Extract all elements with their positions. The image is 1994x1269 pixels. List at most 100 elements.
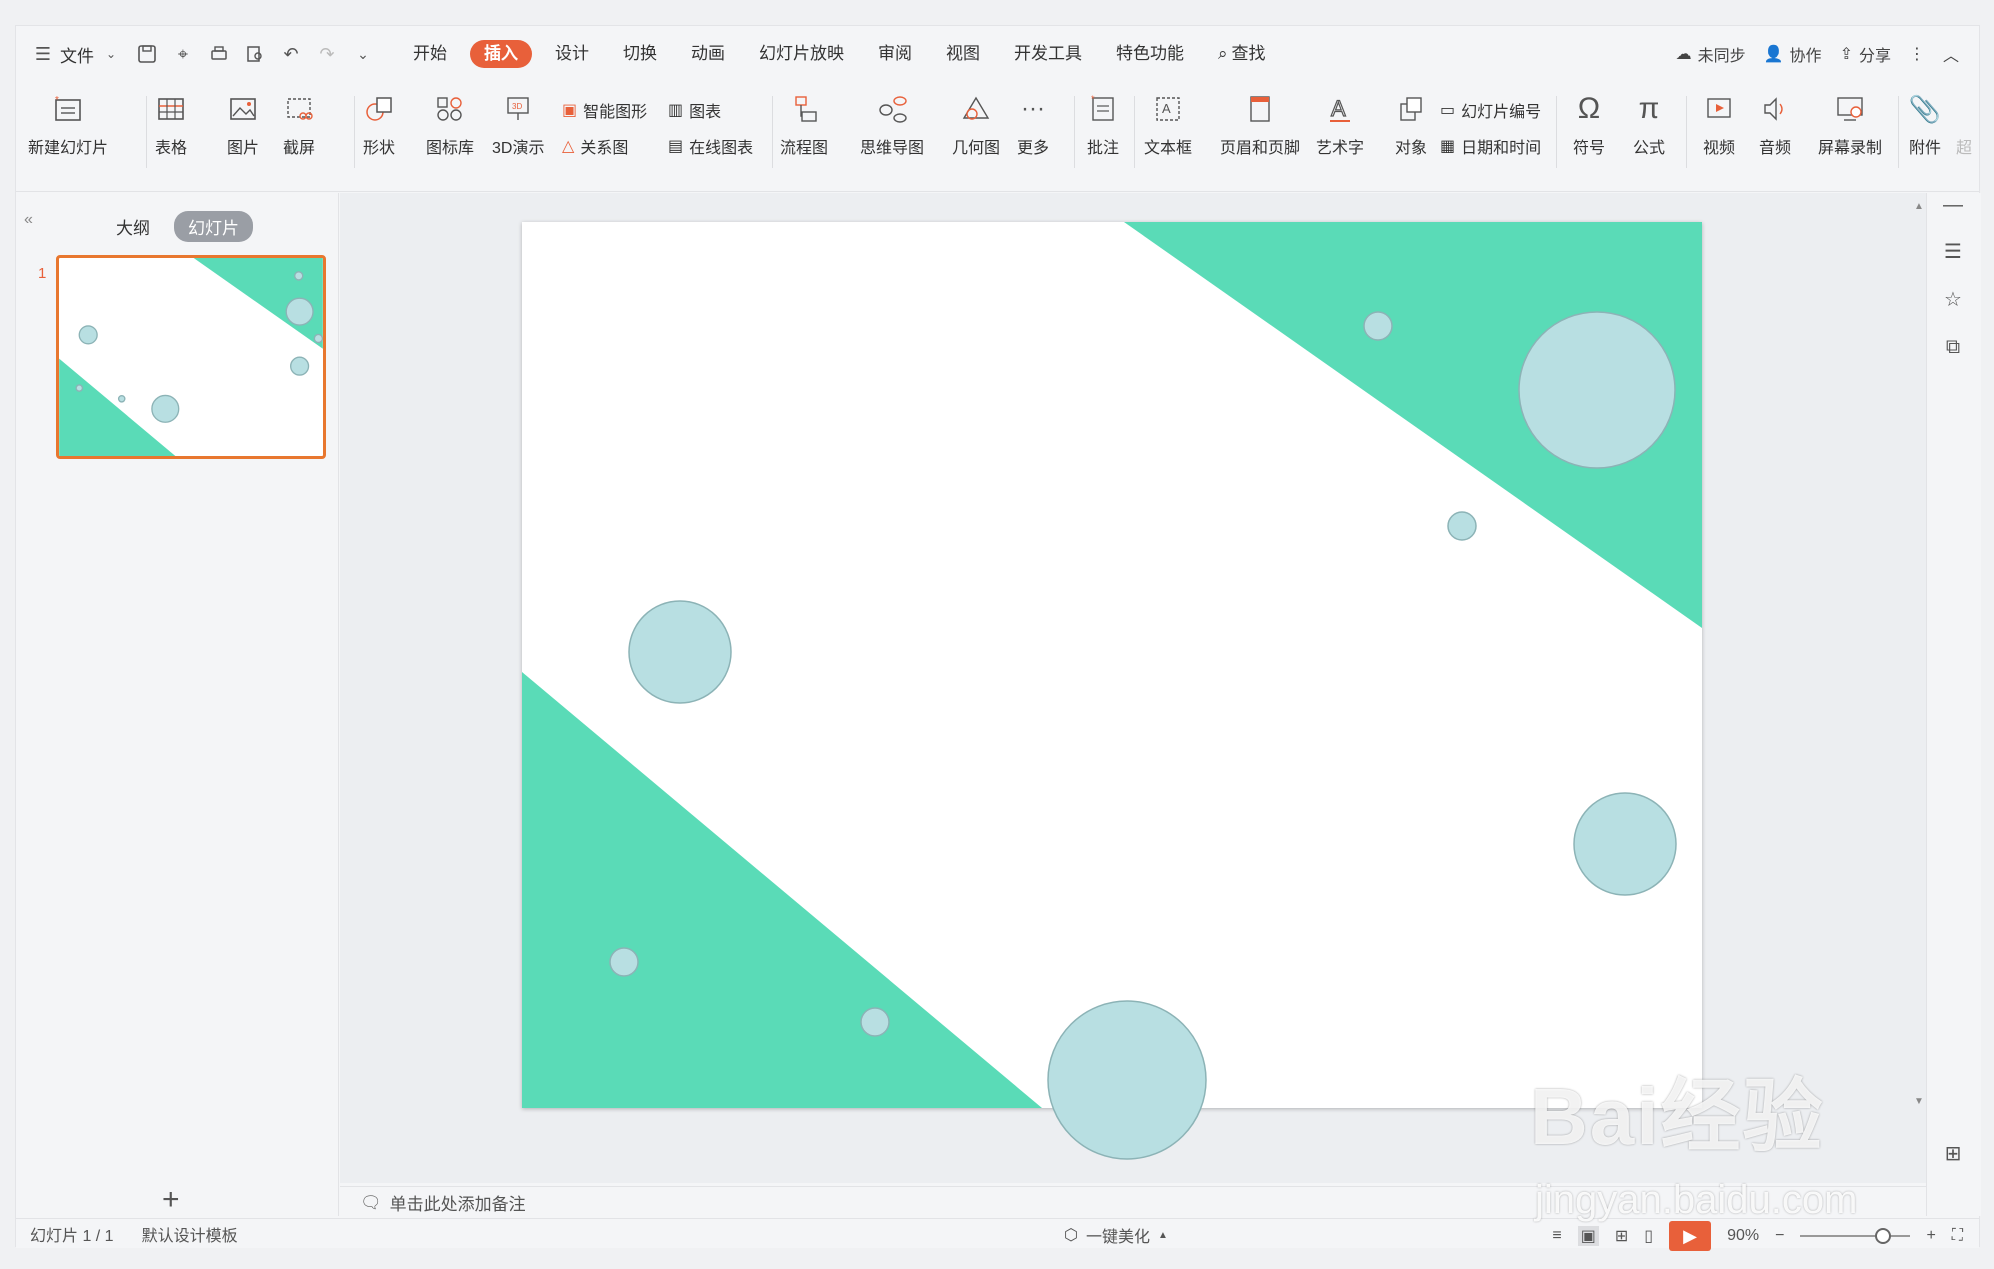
table-button[interactable]: 表格 <box>152 90 190 158</box>
flowchart-button[interactable]: 流程图 <box>780 90 828 158</box>
datetime-button[interactable]: ▦ 日期和时间 <box>1440 134 1541 158</box>
bottom-left-teal-triangle[interactable] <box>522 672 1042 1108</box>
tab-transition[interactable]: 切换 <box>606 40 674 68</box>
play-icon: ▶ <box>1683 1225 1697 1246</box>
symbol-button[interactable]: Ω 符号 <box>1570 90 1608 158</box>
tab-view[interactable]: 视图 <box>929 40 997 68</box>
formula-button[interactable]: π 公式 <box>1630 90 1668 158</box>
tab-outline[interactable]: 大纲 <box>116 214 150 239</box>
bubble[interactable] <box>1363 311 1393 341</box>
tab-slideshow[interactable]: 幻灯片放映 <box>742 40 861 68</box>
star-icon[interactable]: ☆ <box>1941 287 1965 311</box>
zoom-out-icon[interactable]: − <box>1775 1227 1784 1245</box>
smart-graphic-button[interactable]: ▣ 智能图形 <box>562 98 647 122</box>
svg-text:A: A <box>1331 96 1346 121</box>
relation-button[interactable]: △ 关系图 <box>562 134 628 158</box>
slide-count: 幻灯片 1 / 1 <box>30 1227 114 1245</box>
bubble[interactable] <box>1573 792 1677 896</box>
share-button[interactable]: ⇪ 分享 <box>1840 42 1891 66</box>
sorter-view-icon[interactable]: ⊞ <box>1615 1226 1628 1246</box>
collab-label: 协作 <box>1789 48 1822 65</box>
bubble[interactable] <box>1047 1000 1207 1160</box>
tab-animation[interactable]: 动画 <box>674 40 742 68</box>
transition-icon[interactable]: ⧉ <box>1941 335 1965 359</box>
screenshot-button[interactable]: 截屏 <box>280 90 318 158</box>
hamburger-icon: ☰ <box>34 43 52 64</box>
settings-sliders-icon[interactable]: ☰ <box>1941 239 1965 263</box>
slide-thumbnail[interactable] <box>56 255 326 459</box>
hyperlink-button[interactable]: 超 <box>1956 90 1972 158</box>
zoom-value[interactable]: 90% <box>1727 1227 1759 1245</box>
separator <box>1556 96 1557 168</box>
tab-design[interactable]: 设计 <box>538 40 606 68</box>
online-chart-button[interactable]: ▤ 在线图表 <box>668 134 753 158</box>
template-name[interactable]: 默认设计模板 <box>142 1222 238 1246</box>
textbox-button[interactable]: A 文本框 <box>1144 90 1192 158</box>
add-slide-button[interactable]: + <box>162 1183 180 1217</box>
redo-icon[interactable]: ↷ <box>316 43 338 65</box>
print-preview-icon[interactable] <box>244 43 266 65</box>
wordart-button[interactable]: A 艺术字 <box>1316 90 1364 158</box>
chevron-down-icon: ⌄ <box>105 47 117 61</box>
reading-view-icon[interactable]: ▯ <box>1644 1226 1653 1246</box>
picture-button[interactable]: 图片 <box>224 90 262 158</box>
tab-insert[interactable]: 插入 <box>470 40 532 68</box>
separator <box>354 96 355 168</box>
online-chart-icon: ▤ <box>668 138 684 155</box>
header-footer-button[interactable]: 页眉和页脚 <box>1220 90 1300 158</box>
more-menu-icon[interactable]: ⋮ <box>1909 44 1925 64</box>
undo-icon[interactable]: ↶ <box>280 43 302 65</box>
customize-toolbar-icon[interactable]: ⌄ <box>352 43 374 65</box>
tab-special[interactable]: 特色功能 <box>1099 40 1201 68</box>
play-slideshow-button[interactable]: ▶ <box>1669 1221 1712 1251</box>
print-icon[interactable] <box>208 43 230 65</box>
shape-button[interactable]: 形状 <box>360 90 398 158</box>
chart-button[interactable]: ▥ 图表 <box>668 98 721 122</box>
tab-slides[interactable]: 幻灯片 <box>174 211 253 242</box>
sync-status[interactable]: ☁ 未同步 <box>1676 42 1746 66</box>
more-button[interactable]: ··· 更多 <box>1014 90 1052 158</box>
fit-window-icon[interactable]: ⛶ <box>1952 1227 1963 1245</box>
format-painter-icon[interactable]: ⌖ <box>172 43 194 65</box>
new-slide-button[interactable]: * 新建幻灯片 <box>28 90 108 158</box>
video-button[interactable]: 视频 <box>1700 90 1738 158</box>
bubble[interactable] <box>860 1007 890 1037</box>
scroll-down-icon[interactable]: ▼ <box>1914 1096 1924 1107</box>
collapse-ribbon-icon[interactable]: ︿ <box>1943 42 1959 66</box>
scroll-up-icon[interactable]: ▲ <box>1914 201 1924 212</box>
mindmap-button[interactable]: 思维导图 <box>860 90 924 158</box>
object-button[interactable]: 对象 <box>1392 90 1430 158</box>
tab-developer[interactable]: 开发工具 <box>997 40 1099 68</box>
screen-record-button[interactable]: 屏幕录制 <box>1818 90 1882 158</box>
bubble[interactable] <box>609 947 639 977</box>
attachment-button[interactable]: 📎 附件 <box>1906 90 1944 158</box>
comment-button[interactable]: * 批注 <box>1084 90 1122 158</box>
grid-apps-icon[interactable]: ⊞ <box>1941 1141 1965 1165</box>
beautify-button[interactable]: ⬡ 一键美化 ▲ <box>1064 1223 1168 1247</box>
zoom-slider-knob[interactable] <box>1875 1228 1892 1244</box>
separator <box>1074 96 1075 168</box>
zoom-slider[interactable] <box>1800 1228 1911 1244</box>
3d-icon: 3D <box>499 90 537 128</box>
slide-number-button[interactable]: ▭ 幻灯片编号 <box>1440 98 1541 122</box>
collab-button[interactable]: 👤 协作 <box>1764 42 1822 66</box>
save-icon[interactable] <box>136 43 158 65</box>
audio-button[interactable]: 音频 <box>1756 90 1794 158</box>
zoom-in-icon[interactable]: + <box>1926 1227 1935 1245</box>
search-button[interactable]: ⌕ 查找 <box>1201 40 1283 68</box>
bubble[interactable] <box>1447 511 1477 541</box>
slide-canvas[interactable] <box>522 222 1702 1160</box>
tab-home[interactable]: 开始 <box>396 40 464 68</box>
geometry-label: 几何图 <box>952 140 1001 157</box>
3d-demo-button[interactable]: 3D 3D演示 <box>492 90 544 158</box>
notes-toggle-icon[interactable]: ≡ <box>1552 1227 1561 1245</box>
file-menu[interactable]: ☰ 文件 ⌄ <box>32 42 122 67</box>
bubble[interactable] <box>628 600 732 704</box>
tab-review[interactable]: 审阅 <box>861 40 929 68</box>
vertical-scrollbar[interactable]: ▲ ▼ <box>1911 201 1925 1166</box>
bubble[interactable] <box>1518 311 1676 469</box>
normal-view-icon[interactable]: ▣ <box>1577 1226 1599 1246</box>
geometry-button[interactable]: 几何图 <box>952 90 1000 158</box>
more-dots-icon: ··· <box>1021 95 1045 122</box>
icon-library-button[interactable]: 图标库 <box>426 90 474 158</box>
